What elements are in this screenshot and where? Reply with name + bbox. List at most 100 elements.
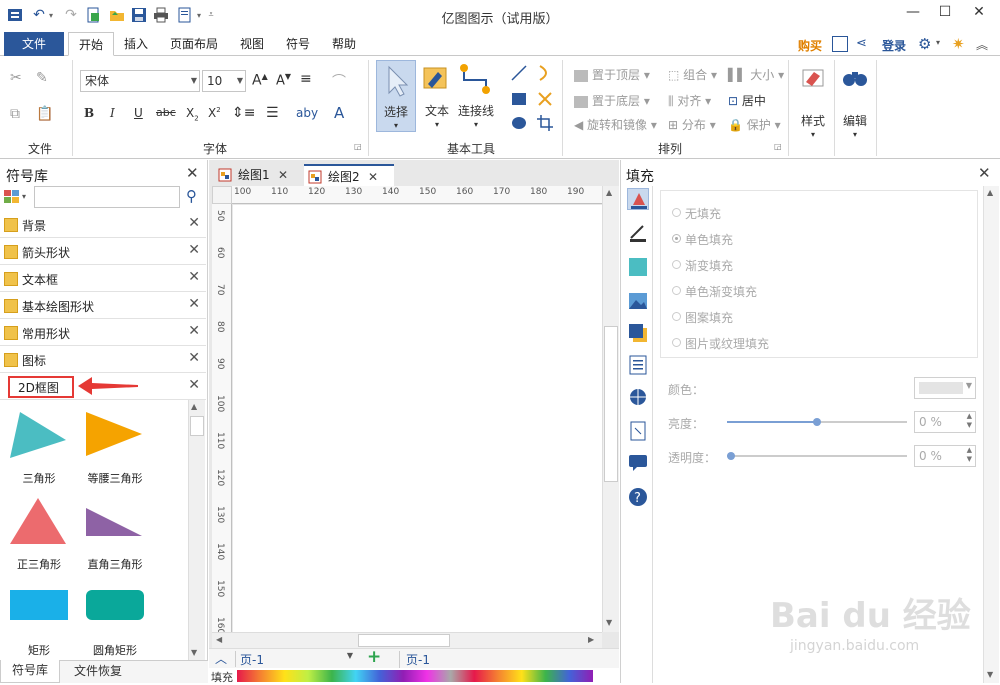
bullet-list-icon[interactable]: ☰ (266, 105, 279, 121)
settings-dropdown-icon[interactable]: ▾ (936, 38, 940, 47)
close-icon[interactable]: ✕ (188, 350, 200, 366)
fullscreen-icon[interactable] (832, 36, 848, 52)
radio-no-fill[interactable] (672, 208, 681, 217)
color-swatches[interactable] (237, 670, 593, 682)
crop-tool-icon[interactable] (536, 114, 554, 135)
equilateral-triangle-shape[interactable] (8, 496, 68, 546)
arc-tool-icon[interactable] (536, 64, 554, 85)
text-tool-button[interactable]: 文本 ▾ (420, 62, 454, 132)
fill-icon[interactable] (627, 188, 649, 210)
collapse-ribbon-icon[interactable]: ︽ (976, 36, 988, 53)
library-item-textbox[interactable]: 文本框 ✕ (0, 266, 206, 292)
line-tool-icon[interactable] (510, 64, 528, 85)
radio-texture-fill[interactable] (672, 338, 681, 347)
scroll-down-icon[interactable]: ▼ (987, 670, 993, 679)
tab-symbol[interactable]: 符号 (276, 32, 320, 56)
attachment-icon[interactable] (627, 420, 649, 442)
close-fill-panel-icon[interactable]: ✕ (978, 164, 991, 182)
library-scrollbar[interactable]: ▲ ▼ (188, 400, 205, 662)
library-item-icons[interactable]: 图标 ✕ (0, 347, 206, 373)
shadow-icon[interactable] (627, 256, 649, 278)
scroll-up-icon[interactable]: ▲ (987, 188, 993, 197)
transparency-input[interactable]: 0 % ▲ ▼ (914, 445, 976, 467)
scroll-down-icon[interactable]: ▼ (606, 618, 612, 627)
scrollbar-thumb[interactable] (604, 326, 618, 482)
library-search-input[interactable] (34, 186, 180, 208)
canvas-horizontal-scrollbar[interactable]: ◀ ▶ (212, 632, 602, 648)
italic-icon[interactable]: I (110, 106, 115, 120)
superscript-icon[interactable]: X2 (208, 106, 221, 120)
format-painter-icon[interactable]: ✎ (36, 70, 48, 86)
scroll-down-icon[interactable]: ▼ (191, 648, 197, 657)
transparency-slider-track[interactable] (727, 452, 907, 460)
paste-icon[interactable]: 📋 (36, 106, 53, 122)
doc-tab-2[interactable]: 绘图2 ✕ (304, 164, 394, 186)
grow-font-icon[interactable]: A▲ (252, 72, 268, 89)
library-item-common-shapes[interactable]: 常用形状 ✕ (0, 320, 206, 346)
rotate-mirror-button[interactable]: ◀ 旋转和镜像 ▾ (574, 116, 657, 133)
close-icon[interactable]: ✕ (188, 296, 200, 312)
font-color-icon[interactable]: A (334, 104, 344, 122)
search-icon[interactable]: ⚲ (186, 187, 197, 205)
brightness-slider-handle[interactable] (813, 418, 821, 426)
tab-help[interactable]: 帮助 (322, 32, 366, 56)
tab-insert[interactable]: 插入 (114, 32, 158, 56)
option-gradient-fill[interactable]: 渐变填充 (685, 257, 733, 274)
distribute-button[interactable]: ⊞ 分布 ▾ (668, 116, 716, 133)
scroll-right-icon[interactable]: ▶ (588, 635, 594, 644)
image-icon[interactable] (627, 290, 649, 312)
bring-to-front-button[interactable]: 置于顶层 ▾ (574, 66, 650, 83)
option-single-gradient-fill[interactable]: 单色渐变填充 (685, 283, 757, 300)
scrollbar-thumb[interactable] (190, 416, 204, 436)
subscript-icon[interactable]: X2 (186, 106, 199, 122)
add-page-icon[interactable]: + (367, 647, 381, 667)
library-item-background[interactable]: 背景 ✕ (0, 212, 206, 238)
arrange-dialog-launcher-icon[interactable]: ◲ (774, 142, 782, 151)
spinner-icon[interactable]: ▲ ▼ (967, 446, 972, 464)
tab-symbol-library[interactable]: 符号库 (0, 660, 60, 683)
expand-up-icon[interactable]: ︿ (215, 650, 227, 667)
fill-panel-scrollbar[interactable]: ▲ ▼ (983, 186, 999, 683)
hyperlink-globe-icon[interactable] (627, 386, 649, 408)
theme-icon[interactable]: ✷ (952, 35, 965, 53)
protect-button[interactable]: 🔒 保护 ▾ (728, 116, 781, 133)
close-tab-icon[interactable]: ✕ (278, 164, 288, 186)
cross-tool-icon[interactable] (536, 90, 554, 111)
drawing-canvas[interactable] (233, 205, 602, 632)
option-texture-fill[interactable]: 图片或纹理填充 (685, 335, 769, 352)
data-list-icon[interactable] (627, 354, 649, 376)
close-icon[interactable]: ✕ (188, 242, 200, 258)
group-button[interactable]: ⬚ 组合 ▾ (668, 66, 717, 83)
chevron-down-icon[interactable]: ▾ (22, 192, 26, 201)
scroll-up-icon[interactable]: ▲ (606, 188, 612, 197)
shrink-font-icon[interactable]: A▼ (276, 72, 291, 88)
radio-pattern-fill[interactable] (672, 312, 681, 321)
maximize-button[interactable]: ☐ (930, 4, 960, 24)
edit-button[interactable]: 编辑 ▾ (838, 64, 872, 139)
align-button[interactable]: ⫼ 对齐 ▾ (668, 92, 711, 109)
settings-gear-icon[interactable]: ⚙ (918, 35, 931, 53)
close-icon[interactable]: ✕ (188, 323, 200, 339)
comment-icon[interactable] (627, 452, 649, 474)
tab-view[interactable]: 视图 (230, 32, 274, 56)
select-tool-button[interactable]: 选择 ▾ (376, 60, 416, 132)
canvas-vertical-scrollbar[interactable]: ▲ ▼ (602, 186, 619, 632)
ellipse-tool-icon[interactable] (510, 114, 528, 135)
share-icon[interactable]: ⋖ (856, 36, 867, 51)
page-select[interactable]: 页-1 ▼ (235, 651, 357, 667)
strikethrough-icon[interactable]: abc (156, 106, 176, 119)
font-family-select[interactable]: 宋体 ▼ (80, 70, 200, 92)
library-menu-icon[interactable] (4, 190, 20, 204)
login-link[interactable]: 登录 (882, 37, 906, 54)
scrollbar-thumb[interactable] (358, 634, 450, 647)
underline-icon[interactable]: U (134, 106, 143, 120)
radio-single-gradient-fill[interactable] (672, 286, 681, 295)
minimize-button[interactable]: — (898, 4, 928, 24)
library-item-arrows[interactable]: 箭头形状 ✕ (0, 239, 206, 265)
connector-tool-button[interactable]: 连接线 ▾ (456, 62, 496, 132)
close-icon[interactable]: ✕ (188, 215, 200, 231)
tab-home[interactable]: 开始 (68, 32, 115, 56)
isosceles-triangle-shape[interactable] (84, 410, 144, 460)
rounded-rectangle-shape[interactable] (84, 586, 146, 622)
option-solid-fill[interactable]: 单色填充 (685, 231, 733, 248)
